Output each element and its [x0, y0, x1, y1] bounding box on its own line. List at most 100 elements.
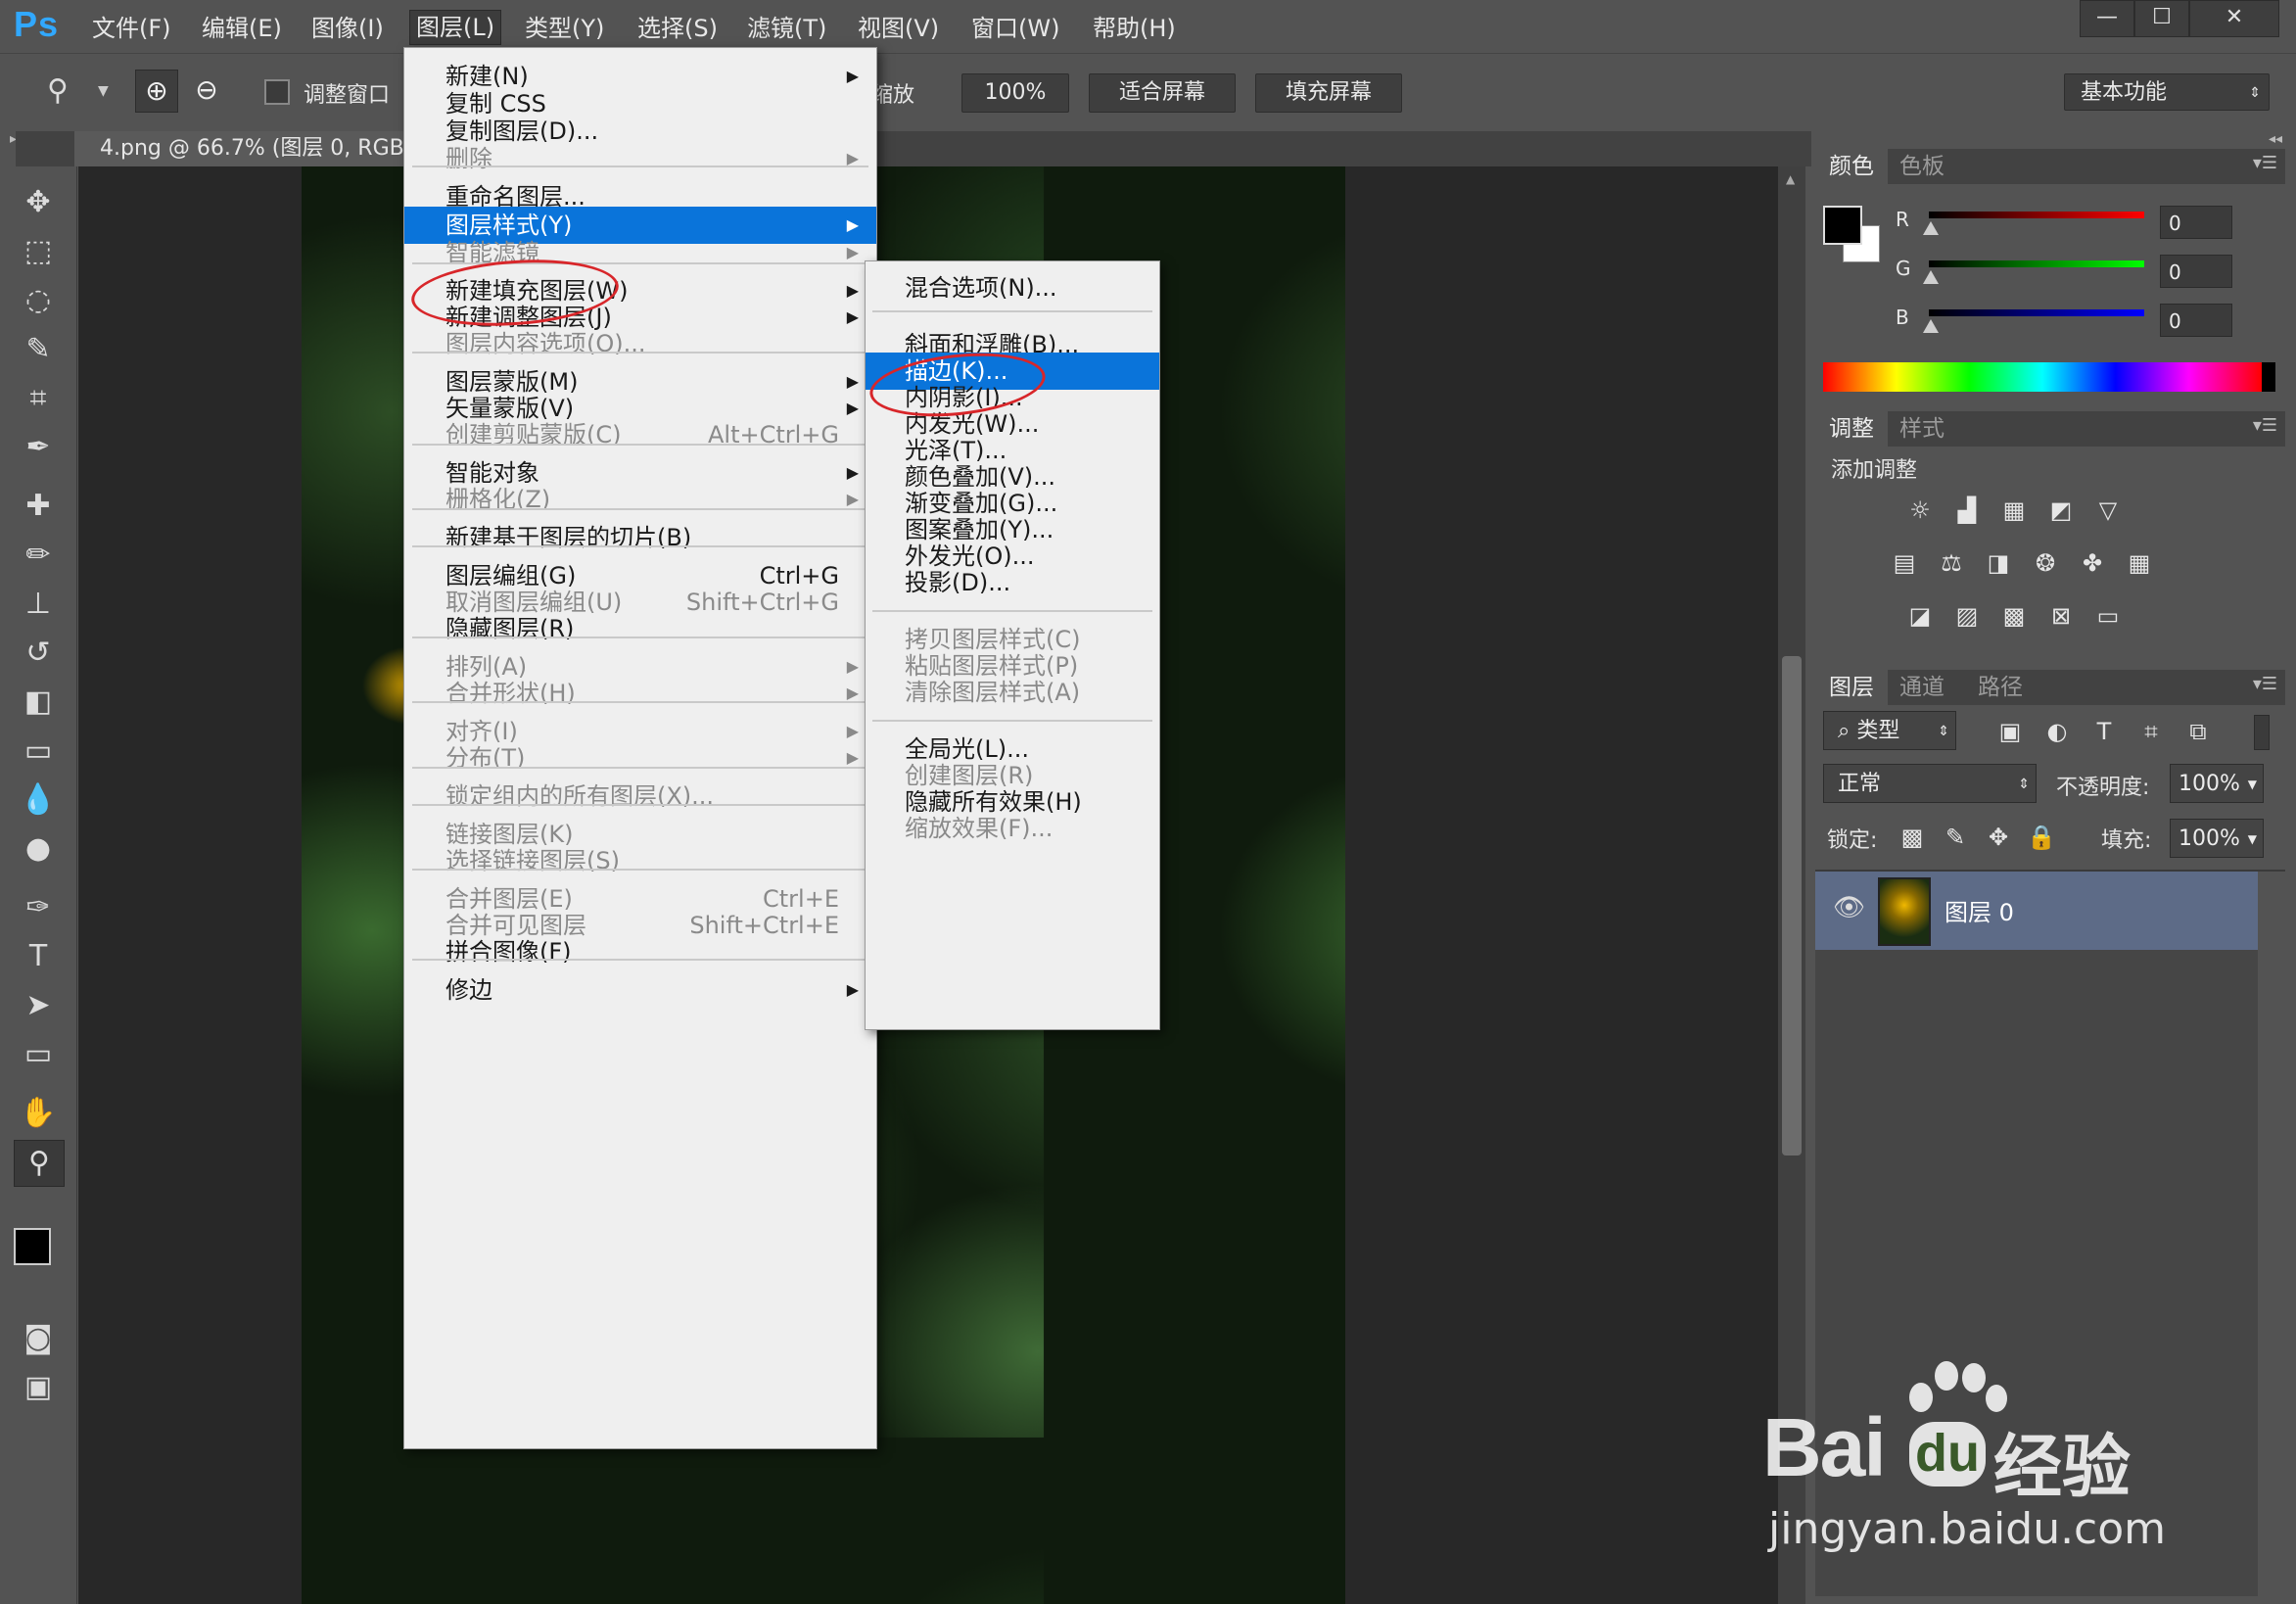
marquee-tool-icon[interactable]: ⬚	[14, 229, 63, 274]
document-tab[interactable]: 4.png @ 66.7% (图层 0, RGB	[74, 131, 446, 166]
scrollbar-thumb[interactable]	[1782, 656, 1802, 1156]
screen-mode-icon[interactable]: ▣	[14, 1365, 63, 1410]
layer-menu-item[interactable]: 智能滤镜 ▶	[404, 234, 876, 271]
quick-mask-icon[interactable]: ◙	[14, 1316, 63, 1361]
tab-color[interactable]: 颜色	[1815, 149, 1888, 184]
opacity-input[interactable]: 100% ▼	[2170, 764, 2264, 803]
menu-view[interactable]: 视图(V)	[852, 12, 945, 45]
tab-channels[interactable]: 通道	[1886, 670, 1958, 705]
blend-mode-select[interactable]: 正常 ⇕	[1823, 764, 2037, 803]
eye-icon[interactable]: 👁	[1833, 893, 1865, 922]
clone-stamp-tool-icon[interactable]: ⊥	[14, 582, 63, 627]
close-button[interactable]: ✕	[2189, 0, 2279, 37]
resize-windows-checkbox[interactable]	[264, 79, 290, 105]
menu-filter[interactable]: 滤镜(T)	[741, 12, 832, 45]
crop-tool-icon[interactable]: ⌗	[14, 376, 63, 421]
hand-tool-icon[interactable]: ✋	[14, 1091, 63, 1136]
expand-icon[interactable]: ◂◂	[2269, 131, 2282, 147]
layer-menu-item[interactable]: 拼合图像(F)	[404, 933, 876, 970]
layer-menu-item[interactable]: 新建基于图层的切片(B)	[404, 519, 876, 556]
maximize-button[interactable]: ☐	[2134, 0, 2189, 37]
filter-toggle[interactable]	[2254, 715, 2270, 750]
color-lookup-icon[interactable]: ▦	[2123, 546, 2156, 580]
layer-menu-item[interactable]: 锁定组内的所有图层(X)...	[404, 778, 876, 815]
color-spectrum-bar[interactable]	[1823, 362, 2275, 392]
hue-saturation-icon[interactable]: ▤	[1888, 546, 1921, 580]
layer-menu-item[interactable]: 隐藏图层(R)	[404, 610, 876, 647]
channel-g-slider[interactable]	[1923, 260, 2144, 284]
chevron-down-icon[interactable]: ▼	[98, 83, 109, 99]
menu-image[interactable]: 图像(I)	[305, 12, 390, 45]
channel-r-slider[interactable]	[1923, 212, 2144, 235]
zoom-tool-icon[interactable]: ⚲	[14, 1140, 65, 1187]
layer-menu-item[interactable]: 分布(T) ▶	[404, 739, 876, 777]
zoom-tool-icon[interactable]: ⚲	[47, 73, 69, 108]
lasso-tool-icon[interactable]: ◌	[14, 278, 63, 323]
layer-menu-item[interactable]: 栅格化(Z) ▶	[404, 481, 876, 518]
channel-b-input[interactable]: 0	[2160, 304, 2232, 337]
quick-select-tool-icon[interactable]: ✎	[14, 327, 63, 372]
menu-layer[interactable]: 图层(L)	[409, 10, 502, 45]
vibrance-icon[interactable]: ▽	[2091, 494, 2125, 527]
layer-menu-item[interactable]: 合并形状(H) ▶	[404, 675, 876, 712]
layer-row[interactable]: 👁 图层 0	[1815, 872, 2258, 950]
posterize-icon[interactable]: ▨	[1950, 599, 1984, 633]
fill-screen-button[interactable]: 填充屏幕	[1255, 73, 1402, 113]
gradient-tool-icon[interactable]: ▭	[14, 729, 63, 774]
filter-smart-object-icon[interactable]: ⧉	[2181, 715, 2215, 748]
layer-filter-select[interactable]: ⌕ 类型 ⇕	[1823, 711, 1956, 750]
selective-color-icon[interactable]: ⊠	[2044, 599, 2078, 633]
lock-position-icon[interactable]: ✥	[1982, 821, 2015, 854]
foreground-color-swatch[interactable]	[14, 1228, 51, 1265]
panel-menu-icon[interactable]: ▾☰	[2253, 674, 2277, 694]
brush-tool-icon[interactable]: ✏	[14, 533, 63, 578]
channel-g-input[interactable]: 0	[2160, 255, 2232, 288]
layer-name[interactable]: 图层 0	[1945, 893, 2014, 927]
menu-file[interactable]: 文件(F)	[86, 12, 177, 45]
layer-menu-item[interactable]: 图层内容选项(O)...	[404, 325, 876, 362]
type-tool-icon[interactable]: T	[14, 934, 63, 979]
tab-styles[interactable]: 样式	[1886, 411, 1958, 447]
healing-brush-tool-icon[interactable]: ✚	[14, 484, 63, 529]
menu-type[interactable]: 类型(Y)	[519, 12, 610, 45]
channel-r-input[interactable]: 0	[2160, 206, 2232, 239]
lock-all-icon[interactable]: 🔒	[2025, 821, 2058, 854]
channel-mixer-icon[interactable]: ✤	[2076, 546, 2109, 580]
black-white-icon[interactable]: ◨	[1982, 546, 2015, 580]
rectangle-tool-icon[interactable]: ▭	[14, 1032, 63, 1077]
workspace-select[interactable]: 基本功能 ⇕	[2064, 73, 2270, 111]
panel-menu-icon[interactable]: ▾☰	[2253, 415, 2277, 436]
dodge-tool-icon[interactable]: ●	[14, 826, 63, 872]
brightness-icon[interactable]: ☼	[1903, 494, 1937, 527]
layer-menu-item[interactable]: 创建剪贴蒙版(C) Alt+Ctrl+G	[404, 416, 876, 453]
zoom-out-icon[interactable]: ⊖	[186, 70, 227, 111]
tab-layers[interactable]: 图层	[1815, 670, 1888, 705]
eraser-tool-icon[interactable]: ◧	[14, 680, 63, 725]
layer-menu-item[interactable]: 修边 ▶	[404, 971, 876, 1009]
fill-input[interactable]: 100% ▼	[2170, 819, 2264, 858]
menu-select[interactable]: 选择(S)	[632, 12, 724, 45]
scroll-up-icon[interactable]: ▲	[1786, 172, 1795, 186]
gradient-map-icon[interactable]: ▭	[2091, 599, 2125, 633]
layer-style-menu-item[interactable]: 清除图层样式(A)	[866, 674, 1159, 711]
history-brush-tool-icon[interactable]: ↺	[14, 631, 63, 676]
foreground-color-swatch[interactable]	[1823, 206, 1862, 245]
filter-adjustment-icon[interactable]: ◐	[2040, 715, 2074, 748]
menu-help[interactable]: 帮助(H)	[1087, 12, 1182, 45]
eyedropper-tool-icon[interactable]: ✒	[14, 425, 63, 470]
layer-style-menu-item[interactable]: 缩放效果(F)...	[866, 810, 1159, 847]
menu-edit[interactable]: 编辑(E)	[196, 12, 288, 45]
lock-transparent-icon[interactable]: ▩	[1896, 821, 1929, 854]
layer-style-menu-item[interactable]: 投影(D)...	[866, 564, 1159, 601]
lock-image-icon[interactable]: ✎	[1939, 821, 1972, 854]
zoom-in-icon[interactable]: ⊕	[135, 70, 178, 113]
layer-style-menu-item[interactable]: 混合选项(N)...	[866, 269, 1159, 307]
filter-shape-icon[interactable]: ⌗	[2134, 715, 2168, 748]
color-balance-icon[interactable]: ⚖	[1935, 546, 1968, 580]
filter-type-icon[interactable]: T	[2087, 715, 2121, 748]
levels-icon[interactable]: ▟	[1950, 494, 1984, 527]
channel-b-slider[interactable]	[1923, 309, 2144, 333]
panel-menu-icon[interactable]: ▾☰	[2253, 153, 2277, 173]
path-select-tool-icon[interactable]: ➤	[14, 983, 63, 1028]
move-tool-icon[interactable]: ✥	[14, 180, 63, 225]
